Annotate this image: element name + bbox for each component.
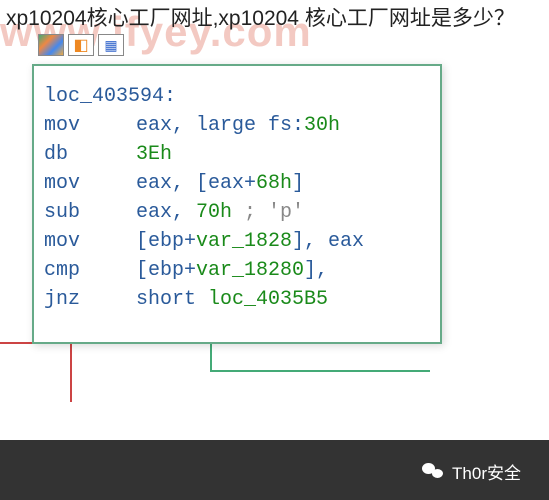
code-line: db3Eh bbox=[44, 140, 430, 169]
code-line: cmp[ebp+var_18280], bbox=[44, 256, 430, 285]
disassembly-block: loc_403594: moveax, large fs:30hdb3Ehmov… bbox=[32, 64, 442, 344]
flow-connector-red bbox=[0, 342, 72, 402]
code-line: jnzshort loc_4035B5 bbox=[44, 285, 430, 314]
code-label: loc_403594: bbox=[44, 82, 430, 111]
pixel-icon: ◧ bbox=[68, 34, 94, 56]
brand-text: Th0r安全 bbox=[452, 459, 521, 484]
icon-toolbar: ◧ ▦ bbox=[38, 34, 124, 56]
paint-icon bbox=[38, 34, 64, 56]
page-title: xp10204核心工厂网址,xp10204 核心工厂网址是多少？ bbox=[6, 4, 515, 33]
footer-brand: Th0r安全 bbox=[422, 459, 521, 484]
wechat-icon bbox=[422, 461, 444, 483]
file-icon: ▦ bbox=[98, 34, 124, 56]
code-line: subeax, 70h ; 'p' bbox=[44, 198, 430, 227]
code-line: moveax, [eax+68h] bbox=[44, 169, 430, 198]
flow-connector-green bbox=[210, 342, 430, 372]
code-line: moveax, large fs:30h bbox=[44, 111, 430, 140]
code-line: mov[ebp+var_1828], eax bbox=[44, 227, 430, 256]
